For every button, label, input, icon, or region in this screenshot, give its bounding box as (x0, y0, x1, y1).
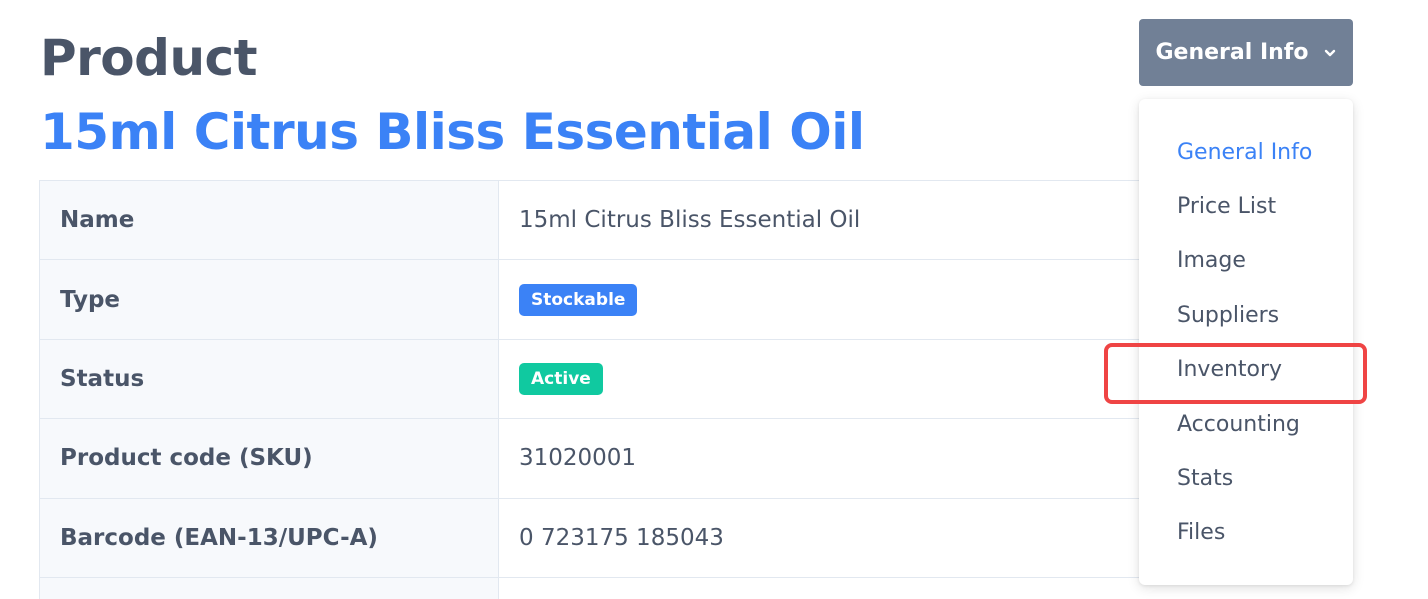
menu-item-inventory[interactable]: Inventory (1139, 343, 1353, 397)
product-page: Product 15ml Citrus Bliss Essential Oil … (0, 0, 1428, 599)
product-info-table: Name 15ml Citrus Bliss Essential Oil Typ… (39, 180, 1139, 599)
menu-item-stats[interactable]: Stats (1139, 451, 1353, 505)
page-title: Product (40, 29, 258, 87)
row-value-type: Stockable (499, 260, 1139, 338)
section-dropdown-button[interactable]: General Info (1139, 19, 1353, 86)
row-label-status: Status (40, 339, 499, 419)
menu-item-price-list[interactable]: Price List (1139, 179, 1353, 233)
row-value-barcode: 0 723175 185043 (519, 524, 724, 551)
table-row: Name 15ml Citrus Bliss Essential Oil (40, 181, 1139, 261)
menu-item-suppliers[interactable]: Suppliers (1139, 288, 1353, 342)
row-label-type: Type (40, 260, 499, 339)
table-row: Status Active (40, 339, 1139, 420)
row-value-status: Active (499, 340, 1139, 418)
status-badge: Active (519, 362, 603, 395)
product-name-heading: 15ml Citrus Bliss Essential Oil (40, 103, 865, 161)
section-dropdown-menu: General Info Price List Image Suppliers … (1139, 99, 1353, 585)
table-row: Product code (SKU) 31020001 (40, 419, 1139, 499)
table-row: Type Stockable (40, 260, 1139, 340)
menu-item-image[interactable]: Image (1139, 234, 1353, 288)
menu-item-general-info[interactable]: General Info (1139, 125, 1353, 179)
menu-item-files[interactable]: Files (1139, 506, 1353, 560)
table-row: Barcode (EAN-13/UPC-A) 0 723175 185043 (40, 498, 1139, 578)
type-badge: Stockable (519, 283, 638, 316)
menu-item-accounting[interactable]: Accounting (1139, 397, 1353, 451)
table-row (40, 577, 1139, 599)
row-label-name: Name (40, 181, 499, 260)
row-value-sku: 31020001 (519, 445, 637, 472)
row-value-name: 15ml Citrus Bliss Essential Oil (519, 207, 861, 234)
dropdown-button-label: General Info (1155, 40, 1309, 65)
row-label-empty (40, 577, 499, 599)
row-value-empty (499, 578, 1139, 599)
row-label-sku: Product code (SKU) (40, 419, 499, 498)
row-label-barcode: Barcode (EAN-13/UPC-A) (40, 498, 499, 577)
chevron-down-icon (1324, 49, 1335, 56)
